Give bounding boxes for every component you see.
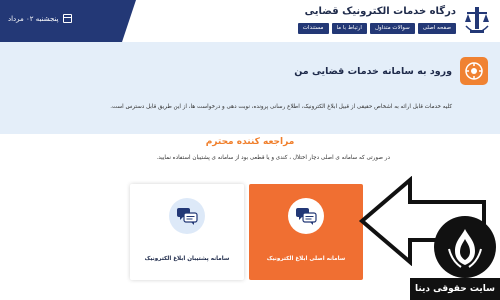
- info-service-icon: [460, 57, 488, 85]
- main-nav: صفحه اصلی سوالات متداول ارتباط با ما مست…: [297, 23, 456, 34]
- login-banner: ورود به سامانه خدمات قضایی من کلیه خدمات…: [0, 42, 500, 134]
- main-system-card[interactable]: سامانه اصلی ابلاغ الکترونیک: [249, 184, 363, 280]
- date-display: پنجشنبه ۰۲ مرداد: [8, 14, 72, 23]
- date-text: پنجشنبه ۰۲ مرداد: [8, 14, 59, 23]
- judiciary-emblem-icon[interactable]: [462, 4, 492, 38]
- site-name-label: سایت حقوقی دینا: [410, 278, 500, 300]
- portal-title: درگاه خدمات الکترونیک قضایی: [304, 6, 456, 17]
- dina-logo: [434, 216, 496, 278]
- banner-title[interactable]: ورود به سامانه خدمات قضایی من: [294, 66, 452, 77]
- chat-bubbles-icon: [169, 198, 205, 234]
- nav-contact[interactable]: ارتباط با ما: [331, 23, 367, 34]
- nav-docs[interactable]: مستندات: [297, 23, 329, 34]
- nav-faq[interactable]: سوالات متداول: [369, 23, 415, 34]
- banner-description: کلیه خدمات قابل ارائه به اشخاص حقیقی از …: [110, 104, 452, 110]
- nav-home[interactable]: صفحه اصلی: [417, 23, 456, 34]
- header: پنجشنبه ۰۲ مرداد درگاه خدمات الکترونیک ق…: [0, 0, 500, 42]
- main-system-label: سامانه اصلی ابلاغ الکترونیک: [266, 256, 346, 262]
- support-system-card[interactable]: سامانه پشتیبان ابلاغ الکترونیک: [130, 184, 244, 280]
- chat-bubbles-icon: [288, 198, 324, 234]
- section-title: مراجعه کننده محترم: [205, 137, 295, 147]
- section-description: در صورتی که سامانه ی اصلی دچار اختلال ، …: [156, 155, 390, 161]
- calendar-icon: [62, 14, 72, 23]
- support-system-label: سامانه پشتیبان ابلاغ الکترونیک: [144, 256, 230, 262]
- date-bar: پنجشنبه ۰۲ مرداد: [0, 0, 136, 42]
